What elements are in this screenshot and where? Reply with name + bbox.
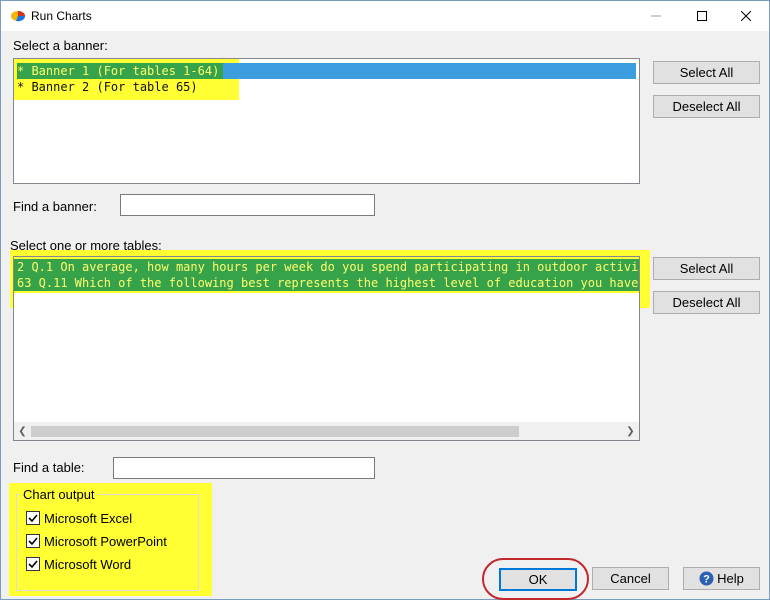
table-horizontal-scrollbar[interactable]: ❮ ❯ — [14, 422, 639, 440]
checkbox-checked-icon — [26, 511, 40, 525]
window-title: Run Charts — [31, 9, 92, 23]
run-charts-dialog: Run Charts Select a banner: * Banner 1 (… — [0, 0, 770, 600]
scrollbar-thumb[interactable] — [31, 426, 519, 437]
button-label: Deselect All — [672, 99, 741, 114]
checkbox-checked-icon — [26, 557, 40, 571]
find-table-label: Find a table: — [13, 460, 85, 475]
close-button[interactable] — [723, 1, 769, 31]
maximize-button[interactable] — [679, 1, 725, 31]
button-label: Deselect All — [672, 295, 741, 310]
help-button[interactable]: ? Help — [683, 567, 760, 590]
powerpoint-checkbox[interactable]: Microsoft PowerPoint — [26, 533, 167, 551]
button-label: Select All — [679, 65, 734, 80]
close-icon — [740, 10, 752, 22]
table-select-all-button[interactable]: Select All — [653, 257, 760, 280]
title-bar: Run Charts — [1, 1, 769, 31]
find-banner-input[interactable] — [120, 194, 375, 216]
find-banner-label: Find a banner: — [13, 199, 97, 214]
scroll-right-arrow-icon[interactable]: ❯ — [622, 423, 639, 440]
table-deselect-all-button[interactable]: Deselect All — [653, 291, 760, 314]
checkbox-label: Microsoft Excel — [44, 511, 133, 526]
banner-select-all-button[interactable]: Select All — [653, 61, 760, 84]
excel-checkbox[interactable]: Microsoft Excel — [26, 510, 132, 528]
checkbox-label: Microsoft Word — [44, 557, 132, 572]
table-item-1[interactable]: 2 Q.1 On average, how many hours per wee… — [14, 259, 639, 275]
button-label: OK — [528, 572, 548, 587]
table-item-label: 2 Q.1 On average, how many hours per wee… — [17, 260, 640, 274]
ok-button[interactable]: OK — [499, 568, 577, 591]
maximize-icon — [697, 11, 707, 21]
find-table-input[interactable] — [113, 457, 375, 479]
button-label: Help — [717, 571, 744, 586]
word-checkbox[interactable]: Microsoft Word — [26, 556, 131, 574]
button-label: Select All — [679, 261, 734, 276]
scroll-left-arrow-icon[interactable]: ❮ — [14, 423, 31, 440]
checkbox-checked-icon — [26, 534, 40, 548]
checkbox-label: Microsoft PowerPoint — [44, 534, 167, 549]
banner-item-label: * Banner 2 (For table 65) — [17, 80, 198, 94]
table-item-2[interactable]: 63 Q.11 Which of the following best repr… — [14, 275, 639, 291]
svg-text:?: ? — [703, 574, 710, 586]
table-listbox[interactable]: 2 Q.1 On average, how many hours per wee… — [13, 256, 640, 441]
banner-listbox[interactable]: * Banner 1 (For tables 1-64) * Banner 2 … — [13, 58, 640, 184]
banner-item-2[interactable]: * Banner 2 (For table 65) — [17, 79, 198, 95]
help-icon: ? — [699, 571, 714, 586]
minimize-icon — [651, 15, 661, 17]
chart-output-legend: Chart output — [20, 487, 98, 502]
minimize-button[interactable] — [633, 1, 679, 31]
app-chart-icon — [11, 11, 26, 22]
banner-item-1[interactable]: * Banner 1 (For tables 1-64) — [17, 63, 636, 79]
button-label: Cancel — [610, 571, 651, 586]
table-item-label: 63 Q.11 Which of the following best repr… — [17, 276, 640, 290]
banner-section-label: Select a banner: — [13, 38, 108, 53]
banner-deselect-all-button[interactable]: Deselect All — [653, 95, 760, 118]
cancel-button[interactable]: Cancel — [592, 567, 669, 590]
banner-item-label: * Banner 1 (For tables 1-64) — [17, 63, 224, 79]
